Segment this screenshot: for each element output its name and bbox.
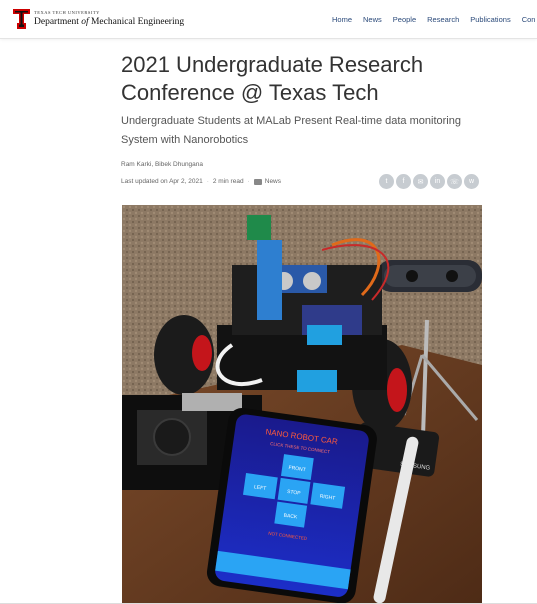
department-name: Department of Mechanical Engineering bbox=[34, 16, 185, 27]
article-meta: Last updated on Apr 2, 2021 · 2 min read… bbox=[121, 178, 281, 185]
article-subtitle: Undergraduate Students at MALab Present … bbox=[121, 115, 461, 146]
last-updated: Last updated on Apr 2, 2021 bbox=[121, 178, 203, 185]
university-name: TEXAS TECH UNIVERSITY bbox=[34, 10, 100, 15]
nav-people[interactable]: People bbox=[393, 15, 416, 24]
category-link[interactable]: News bbox=[265, 178, 281, 185]
twitter-icon[interactable]: t bbox=[379, 174, 394, 189]
nav-home[interactable]: Home bbox=[332, 15, 352, 24]
robot-car-photo: SAMSUNG NANO ROBOT CAR CLICK THESE TO CO… bbox=[122, 205, 482, 603]
linkedin-icon[interactable]: in bbox=[430, 174, 445, 189]
nav-publications[interactable]: Publications bbox=[470, 15, 510, 24]
weibo-icon[interactable]: w bbox=[464, 174, 479, 189]
read-time: 2 min read bbox=[212, 178, 244, 185]
meta-separator: · bbox=[206, 178, 209, 185]
nav-research[interactable]: Research bbox=[427, 15, 459, 24]
nav-news[interactable]: News bbox=[363, 15, 382, 24]
site-header: TEXAS TECH UNIVERSITY Department of Mech… bbox=[0, 0, 537, 39]
meta-separator: · bbox=[247, 178, 250, 185]
double-t-logo-icon bbox=[13, 9, 30, 29]
main-nav: Home News People Research Publications C… bbox=[332, 15, 537, 24]
whatsapp-icon[interactable]: ☏ bbox=[447, 174, 462, 189]
article-title: 2021 Undergraduate Research Conference @… bbox=[121, 52, 424, 105]
featured-image: SAMSUNG NANO ROBOT CAR CLICK THESE TO CO… bbox=[122, 205, 482, 603]
article-authors[interactable]: Ram Karki, Bibek Dhungana bbox=[121, 161, 203, 168]
folder-icon bbox=[253, 178, 262, 185]
share-buttons: t f ✉ in ☏ w bbox=[379, 174, 479, 189]
nav-contact[interactable]: Con bbox=[522, 15, 536, 24]
facebook-icon[interactable]: f bbox=[396, 174, 411, 189]
site-logo[interactable]: TEXAS TECH UNIVERSITY Department of Mech… bbox=[13, 9, 184, 29]
email-icon[interactable]: ✉ bbox=[413, 174, 428, 189]
